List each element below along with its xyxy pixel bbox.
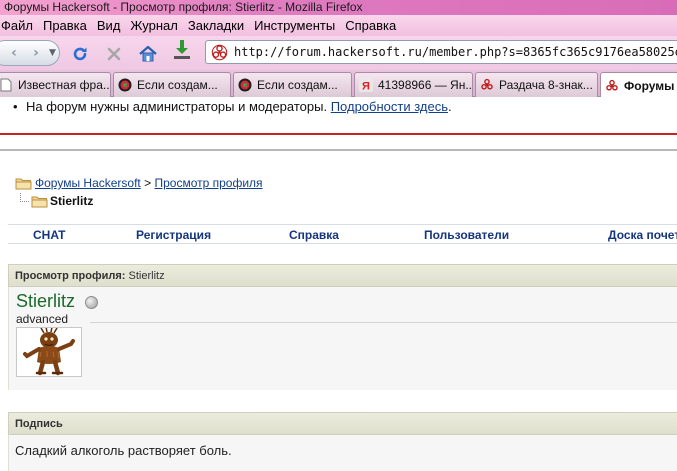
window-titlebar: Форумы Hackersoft - Просмотр профиля: St…	[0, 0, 677, 15]
profile-header-label: Просмотр профиля:	[15, 270, 126, 282]
breadcrumb-tree-line	[20, 193, 29, 202]
nav-help-link[interactable]: Справка	[289, 228, 339, 242]
home-icon[interactable]	[138, 44, 158, 64]
menu-help[interactable]: Справка	[340, 18, 401, 33]
svg-text:Я: Я	[362, 81, 370, 93]
breadcrumb-current-link[interactable]: Просмотр профиля	[154, 176, 262, 190]
forum-navbar: CHAT Регистрация Справка Пользователи До…	[8, 224, 677, 244]
url-text: http://forum.hackersoft.ru/member.php?s=…	[234, 45, 677, 59]
nav-honor-board-link[interactable]: Доска почета	[608, 228, 677, 242]
profile-panel-body: Stierlitz advanced	[8, 287, 677, 390]
breadcrumb: Форумы Hackersoft > Просмотр профиля	[35, 176, 263, 190]
tab-strip: Известная фра... Если создам... Если соз…	[0, 70, 677, 98]
signature-header: Подпись	[15, 418, 63, 430]
nav-register-link[interactable]: Регистрация	[136, 228, 211, 242]
open-folder-icon	[31, 195, 48, 211]
menu-edit[interactable]: Правка	[38, 18, 92, 33]
avatar[interactable]	[16, 326, 82, 377]
menu-history[interactable]: Журнал	[125, 18, 182, 33]
profile-username: Stierlitz	[16, 291, 76, 311]
stop-icon[interactable]	[104, 44, 124, 64]
page-icon	[0, 78, 13, 92]
notice-suffix: .	[447, 99, 452, 114]
bullet-icon: •	[13, 99, 18, 114]
tab-2[interactable]: Если создам...	[113, 72, 231, 97]
profile-divider	[90, 322, 677, 323]
page-title: Stierlitz	[50, 194, 94, 208]
tab-label: Раздача 8-знак...	[499, 78, 593, 92]
opera-icon	[118, 78, 132, 92]
menu-tools[interactable]: Инструменты	[249, 18, 340, 33]
menu-bar: Файл Правка Вид Журнал Закладки Инструме…	[0, 15, 677, 36]
address-bar[interactable]: http://forum.hackersoft.ru/member.php?s=…	[205, 40, 677, 64]
tab-label: 41398966 — Ян...	[378, 78, 473, 92]
page-content: • На форум нужны администраторы и модера…	[0, 97, 677, 471]
forward-arrow-icon[interactable]: ›	[25, 42, 47, 64]
biohazard-icon	[605, 79, 619, 93]
tab-label: Если создам...	[257, 78, 338, 92]
nav-chat-link[interactable]: CHAT	[33, 228, 65, 242]
nav-members-link[interactable]: Пользователи	[424, 228, 509, 242]
tab-4[interactable]: Я 41398966 — Ян...	[354, 72, 473, 97]
tab-3[interactable]: Если создам...	[233, 72, 352, 97]
history-dropdown-icon[interactable]: ▼	[49, 48, 56, 58]
signature-panel-header: Подпись	[8, 412, 677, 435]
menu-file[interactable]: Файл	[0, 18, 38, 33]
menu-view[interactable]: Вид	[92, 18, 126, 33]
yandex-icon: Я	[359, 78, 373, 92]
tab-label: Если создам...	[137, 78, 218, 92]
biohazard-icon	[480, 78, 494, 92]
folder-icon	[15, 177, 32, 193]
forum-notice: • На форум нужны администраторы и модера…	[13, 99, 452, 114]
breadcrumb-root-link[interactable]: Форумы Hackersoft	[35, 176, 141, 190]
signature-text: Сладкий алкоголь растворяет боль.	[15, 443, 232, 458]
reload-icon[interactable]	[70, 44, 90, 64]
tab-5[interactable]: Раздача 8-знак...	[475, 72, 598, 97]
tab-6-active[interactable]: Форумы	[600, 72, 677, 98]
opera-icon	[238, 78, 252, 92]
tab-label: Известная фра...	[18, 78, 111, 92]
download-icon[interactable]	[172, 40, 192, 60]
tab-label: Форумы	[624, 78, 675, 93]
breadcrumb-separator: >	[144, 176, 152, 190]
site-biohazard-icon	[211, 44, 228, 63]
notice-details-link[interactable]: Подробности здесь	[331, 99, 448, 114]
back-arrow-icon[interactable]: ‹	[3, 42, 25, 64]
menu-bookmarks[interactable]: Закладки	[183, 18, 249, 33]
red-divider	[0, 133, 677, 135]
window-title: Форумы Hackersoft - Просмотр профиля: St…	[4, 0, 363, 14]
profile-header-value: Stierlitz	[128, 270, 165, 282]
profile-panel-header: Просмотр профиля: Stierlitz	[8, 264, 677, 287]
profile-usertitle: advanced	[16, 312, 69, 326]
signature-panel-body: Сладкий алкоголь растворяет боль.	[8, 435, 677, 471]
gray-divider	[0, 149, 677, 151]
notice-text: На форум нужны администраторы и модерато…	[26, 99, 328, 114]
offline-status-icon	[85, 296, 98, 309]
tab-1[interactable]: Известная фра...	[0, 72, 111, 97]
back-forward-group: ‹ › ▼	[0, 40, 60, 66]
